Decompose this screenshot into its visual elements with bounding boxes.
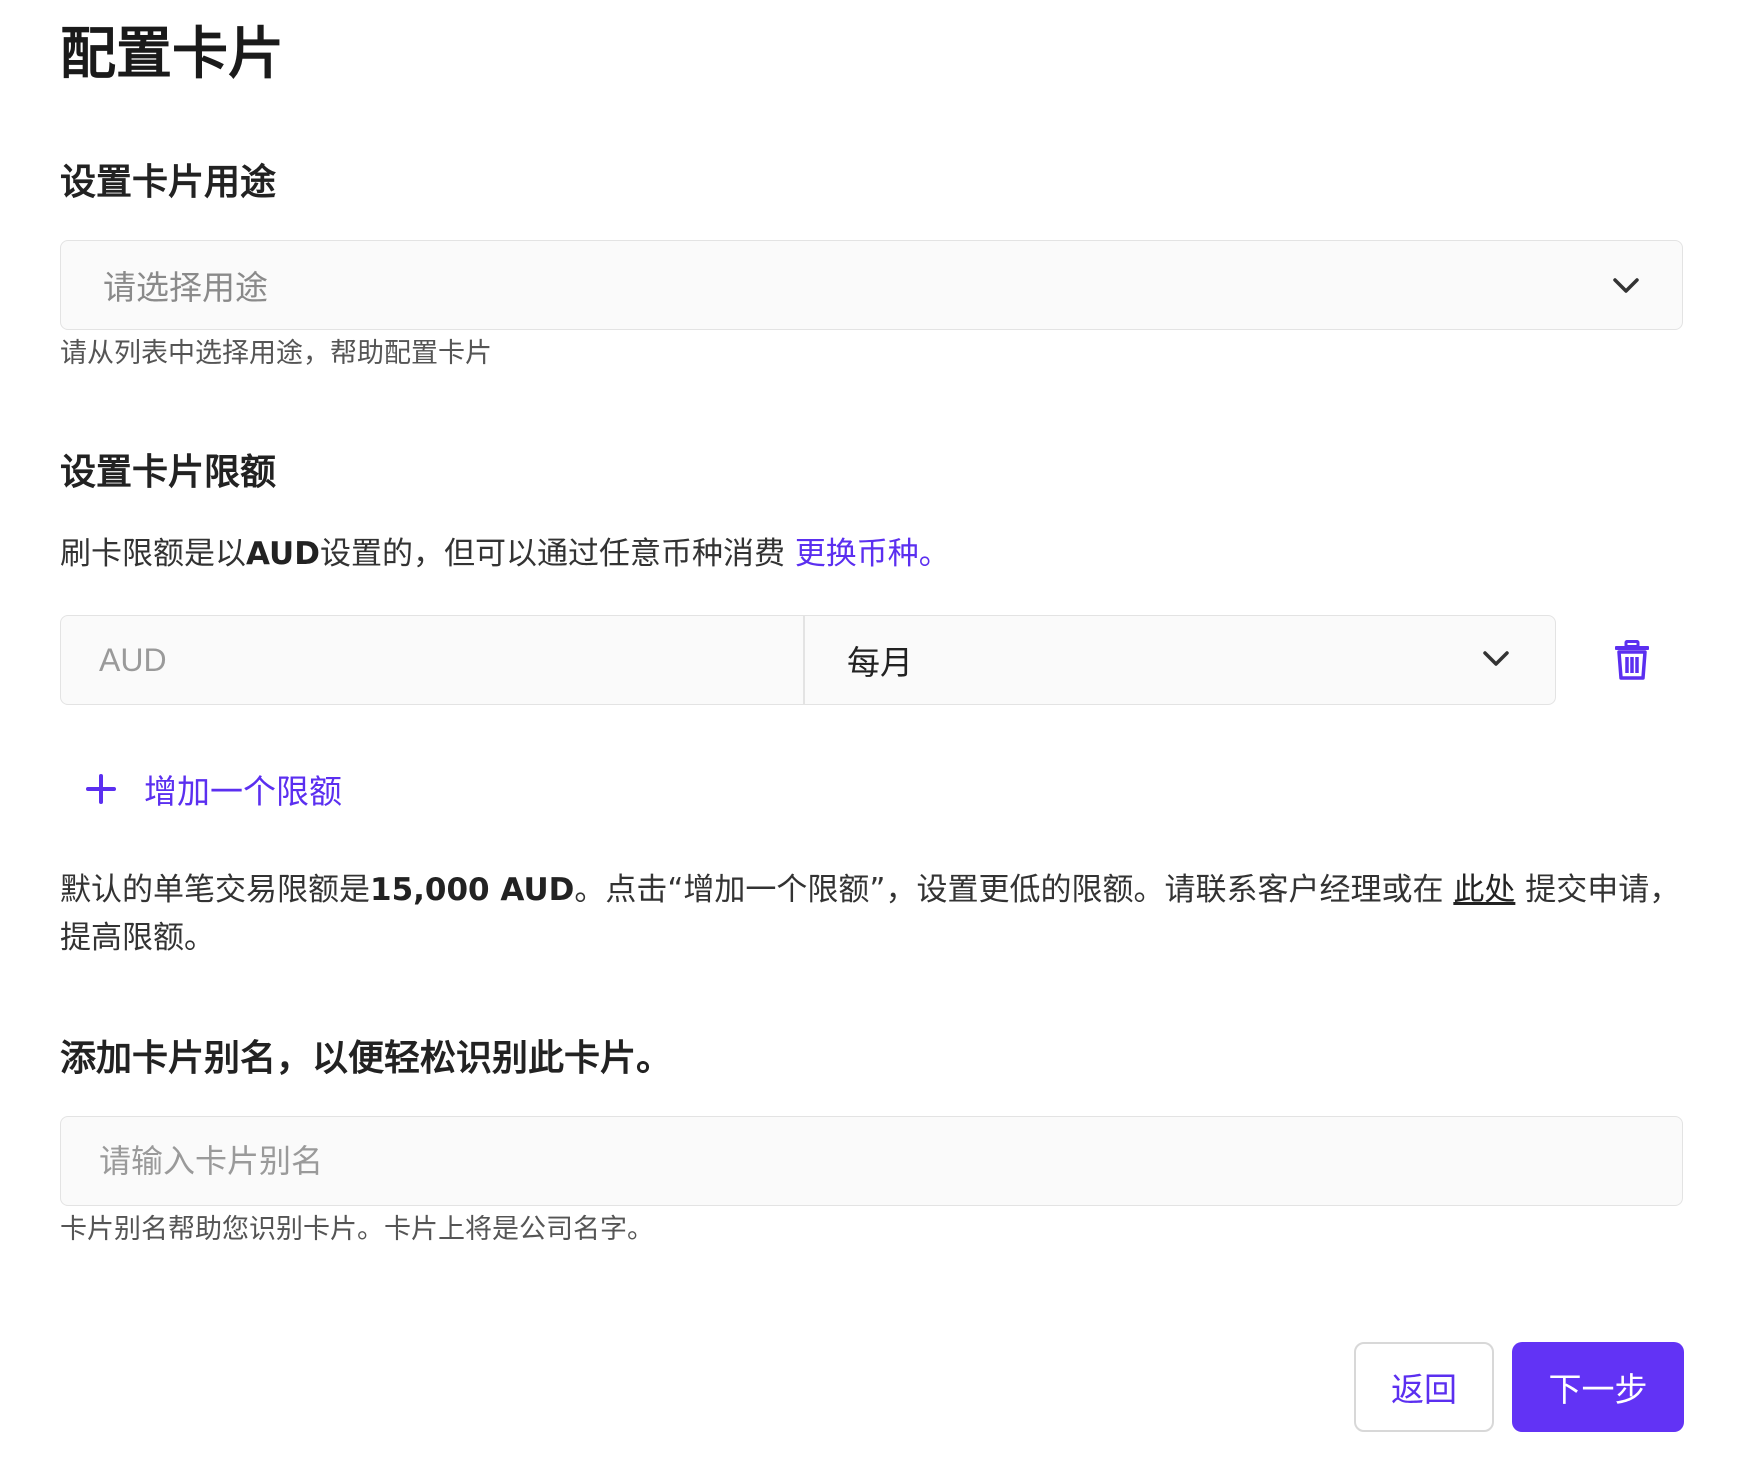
limits-description: 刷卡限额是以AUD设置的，但可以通过任意币种消费 更换币种。 [60,530,950,578]
default-limit-prefix: 默认的单笔交易限额是 [60,872,370,908]
default-limit-amount: 15,000 AUD [370,872,575,908]
card-alias-input[interactable] [60,1116,1683,1206]
limits-desc-currency: AUD [246,536,320,572]
chevron-down-icon [1481,644,1511,674]
limit-row: 每月 [60,615,1556,705]
limit-period-select[interactable]: 每月 [805,616,1555,704]
page-title: 配置卡片 [60,22,284,87]
trash-icon[interactable] [1614,640,1650,680]
next-button[interactable]: 下一步 [1512,1342,1684,1432]
default-limit-text: 默认的单笔交易限额是15,000 AUD。点击“增加一个限额”，设置更低的限额。… [60,866,1700,962]
change-currency-link[interactable]: 更换币种。 [795,536,950,572]
alias-heading: 添加卡片别名，以便轻松识别此卡片。 [60,1038,673,1079]
add-limit-label: 增加一个限额 [144,772,342,811]
plus-icon [86,774,116,804]
back-button[interactable]: 返回 [1354,1342,1494,1432]
limits-desc-suffix: 设置的，但可以通过任意币种消费 [319,536,795,572]
chevron-down-icon [1611,271,1641,301]
alias-helper: 卡片别名帮助您识别卡片。卡片上将是公司名字。 [60,1214,654,1245]
purpose-heading: 设置卡片用途 [60,162,277,203]
add-limit-button[interactable]: 增加一个限额 [86,765,342,813]
default-limit-middle: 。点击“增加一个限额”，设置更低的限额。请联系客户经理或在 [574,872,1454,908]
limit-period-value: 每月 [847,643,913,682]
limit-amount-input[interactable] [61,616,805,704]
purpose-helper: 请从列表中选择用途，帮助配置卡片 [60,338,492,369]
limits-heading: 设置卡片限额 [60,452,277,493]
here-link[interactable]: 此处 [1453,872,1515,908]
purpose-select-value: 请选择用途 [103,268,268,307]
purpose-select[interactable]: 请选择用途 [60,240,1683,330]
limits-desc-prefix: 刷卡限额是以 [60,536,246,572]
